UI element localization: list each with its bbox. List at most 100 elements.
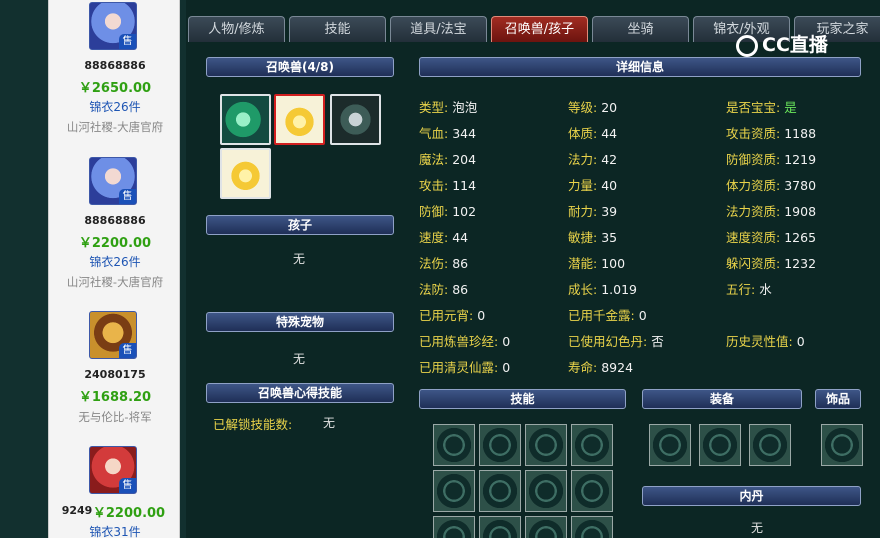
detail-value: 44 [601,126,618,141]
equipment-panel-header: 装备 [642,389,802,409]
listing-account-id[interactable]: 24080175 [49,368,179,381]
sell-badge: 售 [119,478,136,493]
detail-value: 39 [601,204,618,219]
cc-live-watermark: CC直播 [736,30,854,60]
neidan-panel-header: 内丹 [642,486,861,506]
detail-label: 已用清灵仙露: 0 [419,360,511,375]
special-pet-panel-header: 特殊宠物 [206,312,394,332]
detail-value: 1265 [784,230,817,245]
unlocked-skills-value: 无 [323,416,336,430]
detail-label: 历史灵性值: 0 [726,334,805,349]
listing-account-id[interactable]: 88868886 [49,59,179,72]
skill-slot[interactable] [525,516,567,538]
listing-items[interactable]: 锦衣31件 [49,523,179,538]
tab-1[interactable]: 技能 [289,16,386,42]
skill-slot[interactable] [479,516,521,538]
listing-avatar[interactable]: 售 [89,311,137,359]
listing-items[interactable]: 锦衣26件 [49,253,179,270]
listing-avatar[interactable]: 售 [89,2,137,50]
tab-3[interactable]: 召唤兽/孩子 [491,16,588,42]
listing-price: ￥1688.20 [78,390,152,405]
detail-value: 35 [601,230,618,245]
detail-value: 40 [601,178,618,193]
detail-label: 攻击资质: 1188 [726,126,817,141]
detail-label: 法伤: 86 [419,256,469,271]
listing-price: ￥2200.00 [78,236,152,251]
detail-panel-header: 详细信息 [419,57,861,77]
detail-label: 躲闪资质: 1232 [726,256,817,271]
detail-label: 法力: 42 [568,152,618,167]
cc-logo-icon [736,34,758,57]
detail-value: 42 [601,152,618,167]
detail-value: 0 [796,334,805,349]
detail-label: 已用千金露: 0 [568,308,647,323]
detail-value: 8924 [601,360,634,375]
detail-label: 法防: 86 [419,282,469,297]
listing-price: ￥2650.00 [78,81,152,96]
detail-value: 否 [651,334,664,349]
detail-label: 防御资质: 1219 [726,152,817,167]
detail-value: 水 [759,282,772,297]
detail-value: 是 [784,100,797,115]
detail-value: 1232 [784,256,817,271]
skill-slot[interactable] [433,516,475,538]
skill-slot[interactable] [571,516,613,538]
listing-price: ￥2200.00 [92,506,166,521]
detail-label: 攻击: 114 [419,178,477,193]
skill-slot[interactable] [479,470,521,512]
skill-slot[interactable] [433,470,475,512]
skill-slot[interactable] [479,424,521,466]
detail-label: 是否宝宝: 是 [726,100,797,115]
skill-slot[interactable] [433,424,475,466]
tab-2[interactable]: 道具/法宝 [390,16,487,42]
detail-value: 86 [452,256,469,271]
detail-value: 344 [452,126,477,141]
pet-slot-4[interactable] [220,148,271,199]
detail-label: 寿命: 8924 [568,360,634,375]
listing-server: 山河社稷-大唐官府 [66,120,164,134]
detail-label: 力量: 40 [568,178,618,193]
detail-label: 已用炼兽珍经: 0 [419,334,511,349]
detail-label: 气血: 344 [419,126,477,141]
equipment-slot-1[interactable] [649,424,691,466]
detail-value: 44 [452,230,469,245]
detail-value: 0 [502,360,511,375]
detail-label: 已用元宵: 0 [419,308,486,323]
pet-slot-1[interactable] [220,94,271,145]
detail-label: 法力资质: 1908 [726,204,817,219]
listing-server: 无与伦比-将军 [78,410,152,424]
detail-value: 114 [452,178,477,193]
detail-value: 102 [452,204,477,219]
ornament-panel-header: 饰品 [815,389,861,409]
equipment-slot-2[interactable] [699,424,741,466]
detail-value: 20 [601,100,618,115]
detail-label: 速度资质: 1265 [726,230,817,245]
tab-4[interactable]: 坐骑 [592,16,689,42]
detail-value: 1219 [784,152,817,167]
child-value: 无 [293,252,306,266]
listing-sidebar: 售 88868886 ￥2650.00 锦衣26件 山河社稷-大唐官府售 88868886… [48,0,180,538]
skill-slot[interactable] [571,424,613,466]
pet-slot-3[interactable] [330,94,381,145]
skill-slot[interactable] [571,470,613,512]
listing-avatar[interactable]: 售 [89,157,137,205]
tab-0[interactable]: 人物/修炼 [188,16,285,42]
special-pet-value: 无 [293,352,306,366]
detail-label: 等级: 20 [568,100,618,115]
detail-label: 魔法: 204 [419,152,477,167]
skill-slot[interactable] [525,470,567,512]
pet-detail-panel: 人物/修炼 技能 道具/法宝 召唤兽/孩子 坐骑 锦衣/外观 玩家之家 召唤兽(4/8) 孩… [186,0,880,538]
ornament-slot[interactable] [821,424,863,466]
detail-label: 五行: 水 [726,282,772,297]
detail-label: 速度: 44 [419,230,469,245]
equipment-slot-3[interactable] [749,424,791,466]
listing-account-id[interactable]: 88868886 [49,214,179,227]
listing-items[interactable]: 锦衣26件 [49,98,179,115]
pet-slot-2[interactable] [274,94,325,145]
detail-label: 体质: 44 [568,126,618,141]
detail-value: 1908 [784,204,817,219]
detail-value: 0 [477,308,486,323]
detail-label: 已使用幻色丹: 否 [568,334,664,349]
listing-avatar[interactable]: 售 [89,446,137,494]
skill-slot[interactable] [525,424,567,466]
